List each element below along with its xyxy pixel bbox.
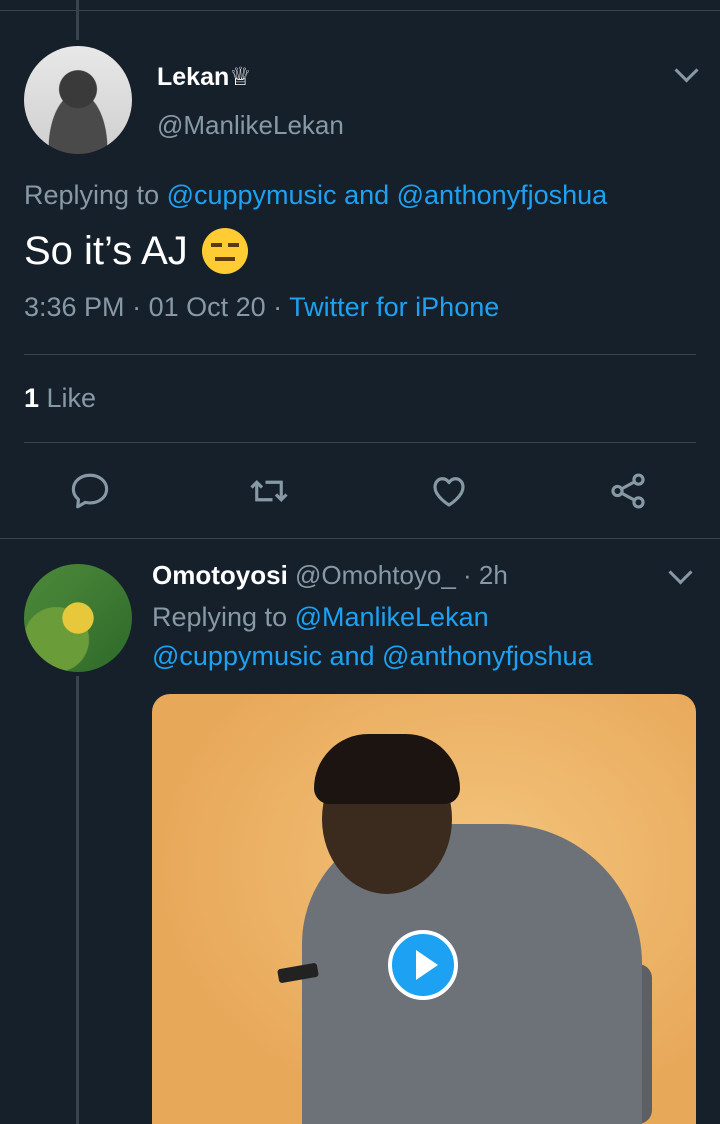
play-icon[interactable] — [388, 930, 458, 1000]
avatar[interactable] — [24, 46, 132, 154]
tweet-time: 3:36 PM — [24, 292, 125, 322]
mention-link[interactable]: @anthonyfjoshua — [397, 180, 608, 210]
meta-separator: · — [265, 292, 290, 322]
replying-and: and — [321, 641, 383, 671]
divider — [24, 442, 696, 443]
replying-and: and — [336, 180, 397, 210]
divider — [0, 538, 720, 539]
chevron-down-icon[interactable] — [668, 560, 693, 585]
media-video[interactable] — [152, 694, 696, 1124]
mention-link[interactable]: @cuppymusic — [152, 641, 322, 671]
mention-link[interactable]: @ManlikeLekan — [295, 602, 489, 632]
replying-to-continued: @cuppymusic and @anthonyfjoshua — [152, 641, 593, 672]
mention-link[interactable]: @anthonyfjoshua — [382, 641, 593, 671]
reply-header: Omotoyosi @Omohtoyo_ · 2h — [152, 560, 508, 591]
share-icon[interactable] — [607, 470, 649, 512]
thread-line — [76, 676, 79, 1124]
like-icon[interactable] — [428, 470, 470, 512]
like-number: 1 — [24, 383, 40, 413]
likes-count[interactable]: 1 Like — [24, 383, 96, 414]
expressionless-face-icon — [201, 228, 248, 274]
user-handle[interactable]: @Omohtoyo_ — [288, 560, 456, 590]
replying-prefix: Replying to — [152, 602, 295, 632]
mention-link[interactable]: @cuppymusic — [167, 180, 337, 210]
chevron-down-icon[interactable] — [674, 58, 699, 83]
avatar[interactable] — [24, 564, 132, 672]
divider — [24, 354, 696, 355]
tweet-text: So it’s AJ — [24, 228, 248, 274]
tweet-body: So it’s AJ — [24, 228, 188, 273]
replying-to: Replying to @cuppymusic and @anthonyfjos… — [24, 180, 607, 211]
source-link[interactable]: Twitter for iPhone — [289, 292, 499, 322]
tweet-time: · 2h — [455, 560, 508, 590]
user-handle[interactable]: @ManlikeLekan — [157, 110, 344, 141]
person-hair — [314, 734, 460, 804]
top-divider — [0, 10, 720, 11]
like-label: Like — [39, 383, 97, 413]
tweet-date: 01 Oct 20 — [148, 292, 266, 322]
retweet-icon[interactable] — [248, 470, 290, 512]
replying-prefix: Replying to — [24, 180, 167, 210]
reply-icon[interactable] — [69, 470, 111, 512]
display-name[interactable]: Omotoyosi — [152, 560, 288, 590]
meta-separator: · — [124, 292, 149, 322]
display-name[interactable]: Lekan♕ — [157, 62, 252, 92]
replying-to: Replying to @ManlikeLekan — [152, 602, 489, 633]
thread-line — [76, 0, 79, 40]
tweet-meta: 3:36 PM · 01 Oct 20 · Twitter for iPhone — [24, 292, 499, 323]
